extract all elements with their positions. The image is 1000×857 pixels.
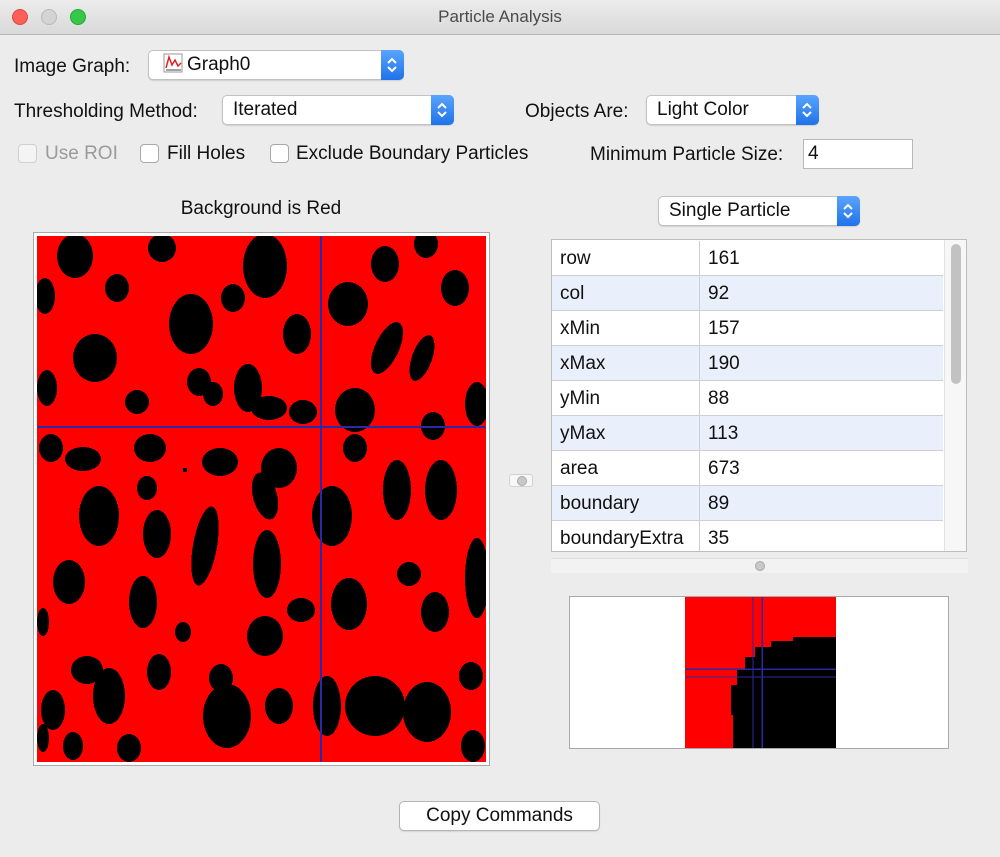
copy-commands-button[interactable]: Copy Commands — [399, 801, 600, 831]
table-horizontal-splitter[interactable] — [551, 558, 968, 573]
particle-analysis-window: Particle Analysis Image Graph: Graph0 Th… — [0, 0, 1000, 857]
table-row[interactable]: xMin 157 — [552, 311, 943, 346]
table-row[interactable]: row 161 — [552, 241, 943, 276]
particle-image-frame — [33, 232, 490, 766]
particle-preview-frame — [569, 596, 949, 749]
property-name: row — [552, 241, 700, 276]
property-name: boundaryExtra — [552, 521, 700, 551]
property-name: xMax — [552, 346, 700, 381]
title-bar: Particle Analysis — [0, 0, 1000, 35]
particle-image[interactable] — [37, 236, 486, 762]
window-title: Particle Analysis — [438, 7, 562, 26]
image-graph-label: Image Graph: — [14, 56, 131, 77]
objects-are-value: Light Color — [657, 99, 749, 120]
table-row[interactable]: col 92 — [552, 276, 943, 311]
graph-icon — [163, 53, 183, 73]
table-row[interactable]: yMin 88 — [552, 381, 943, 416]
popup-stepper-icon — [431, 95, 454, 125]
table-vertical-scrollbar[interactable] — [944, 240, 966, 551]
use-roi-label: Use ROI — [45, 143, 118, 164]
splitter-grip-icon — [755, 561, 765, 571]
property-value: 35 — [708, 528, 730, 549]
particle-preview-image — [685, 597, 836, 748]
thresholding-method-value: Iterated — [233, 99, 298, 120]
table-row[interactable]: xMax 190 — [552, 346, 943, 381]
min-particle-size-label: Minimum Particle Size: — [590, 144, 784, 165]
table-row[interactable]: boundaryExtra 35 — [552, 521, 943, 551]
image-graph-value: Graph0 — [187, 54, 251, 75]
property-name: area — [552, 451, 700, 486]
exclude-boundary-checkbox[interactable] — [270, 144, 289, 163]
splitter-grip-icon — [517, 476, 527, 486]
property-value: 113 — [708, 423, 739, 444]
thresholding-method-popup[interactable]: Iterated — [222, 95, 454, 125]
splitter-handle[interactable] — [509, 474, 533, 487]
property-name: yMin — [552, 381, 700, 416]
property-value: 673 — [708, 458, 740, 479]
property-value: 89 — [708, 493, 730, 514]
particle-properties-table[interactable]: row 161 col 92 xMin 157 xMax 190 yMin 88… — [551, 239, 967, 552]
image-graph-popup[interactable]: Graph0 — [148, 50, 404, 80]
table-row[interactable]: area 673 — [552, 451, 943, 486]
scrollbar-thumb[interactable] — [951, 244, 961, 384]
objects-are-label: Objects Are: — [525, 101, 629, 122]
property-name: col — [552, 276, 700, 311]
image-caption: Background is Red — [180, 198, 342, 219]
property-name: yMax — [552, 416, 700, 451]
min-particle-size-field[interactable]: 4 — [803, 139, 913, 169]
property-value: 92 — [708, 283, 730, 304]
property-name: boundary — [552, 486, 700, 521]
property-value: 88 — [708, 388, 730, 409]
property-name: xMin — [552, 311, 700, 346]
fill-holes-label: Fill Holes — [167, 143, 246, 164]
exclude-boundary-label: Exclude Boundary Particles — [296, 143, 529, 164]
popup-stepper-icon — [837, 196, 860, 226]
property-value: 157 — [708, 318, 740, 339]
particle-view-popup[interactable]: Single Particle — [658, 196, 860, 226]
popup-stepper-icon — [796, 95, 819, 125]
property-value: 190 — [708, 353, 740, 374]
table-row[interactable]: yMax 113 — [552, 416, 943, 451]
popup-stepper-icon — [381, 50, 404, 80]
particle-view-value: Single Particle — [669, 200, 791, 221]
fill-holes-checkbox[interactable] — [140, 144, 159, 163]
objects-are-popup[interactable]: Light Color — [646, 95, 819, 125]
property-value: 161 — [708, 248, 740, 269]
use-roi-checkbox[interactable] — [18, 144, 37, 163]
table-row[interactable]: boundary 89 — [552, 486, 943, 521]
thresholding-method-label: Thresholding Method: — [14, 101, 198, 122]
